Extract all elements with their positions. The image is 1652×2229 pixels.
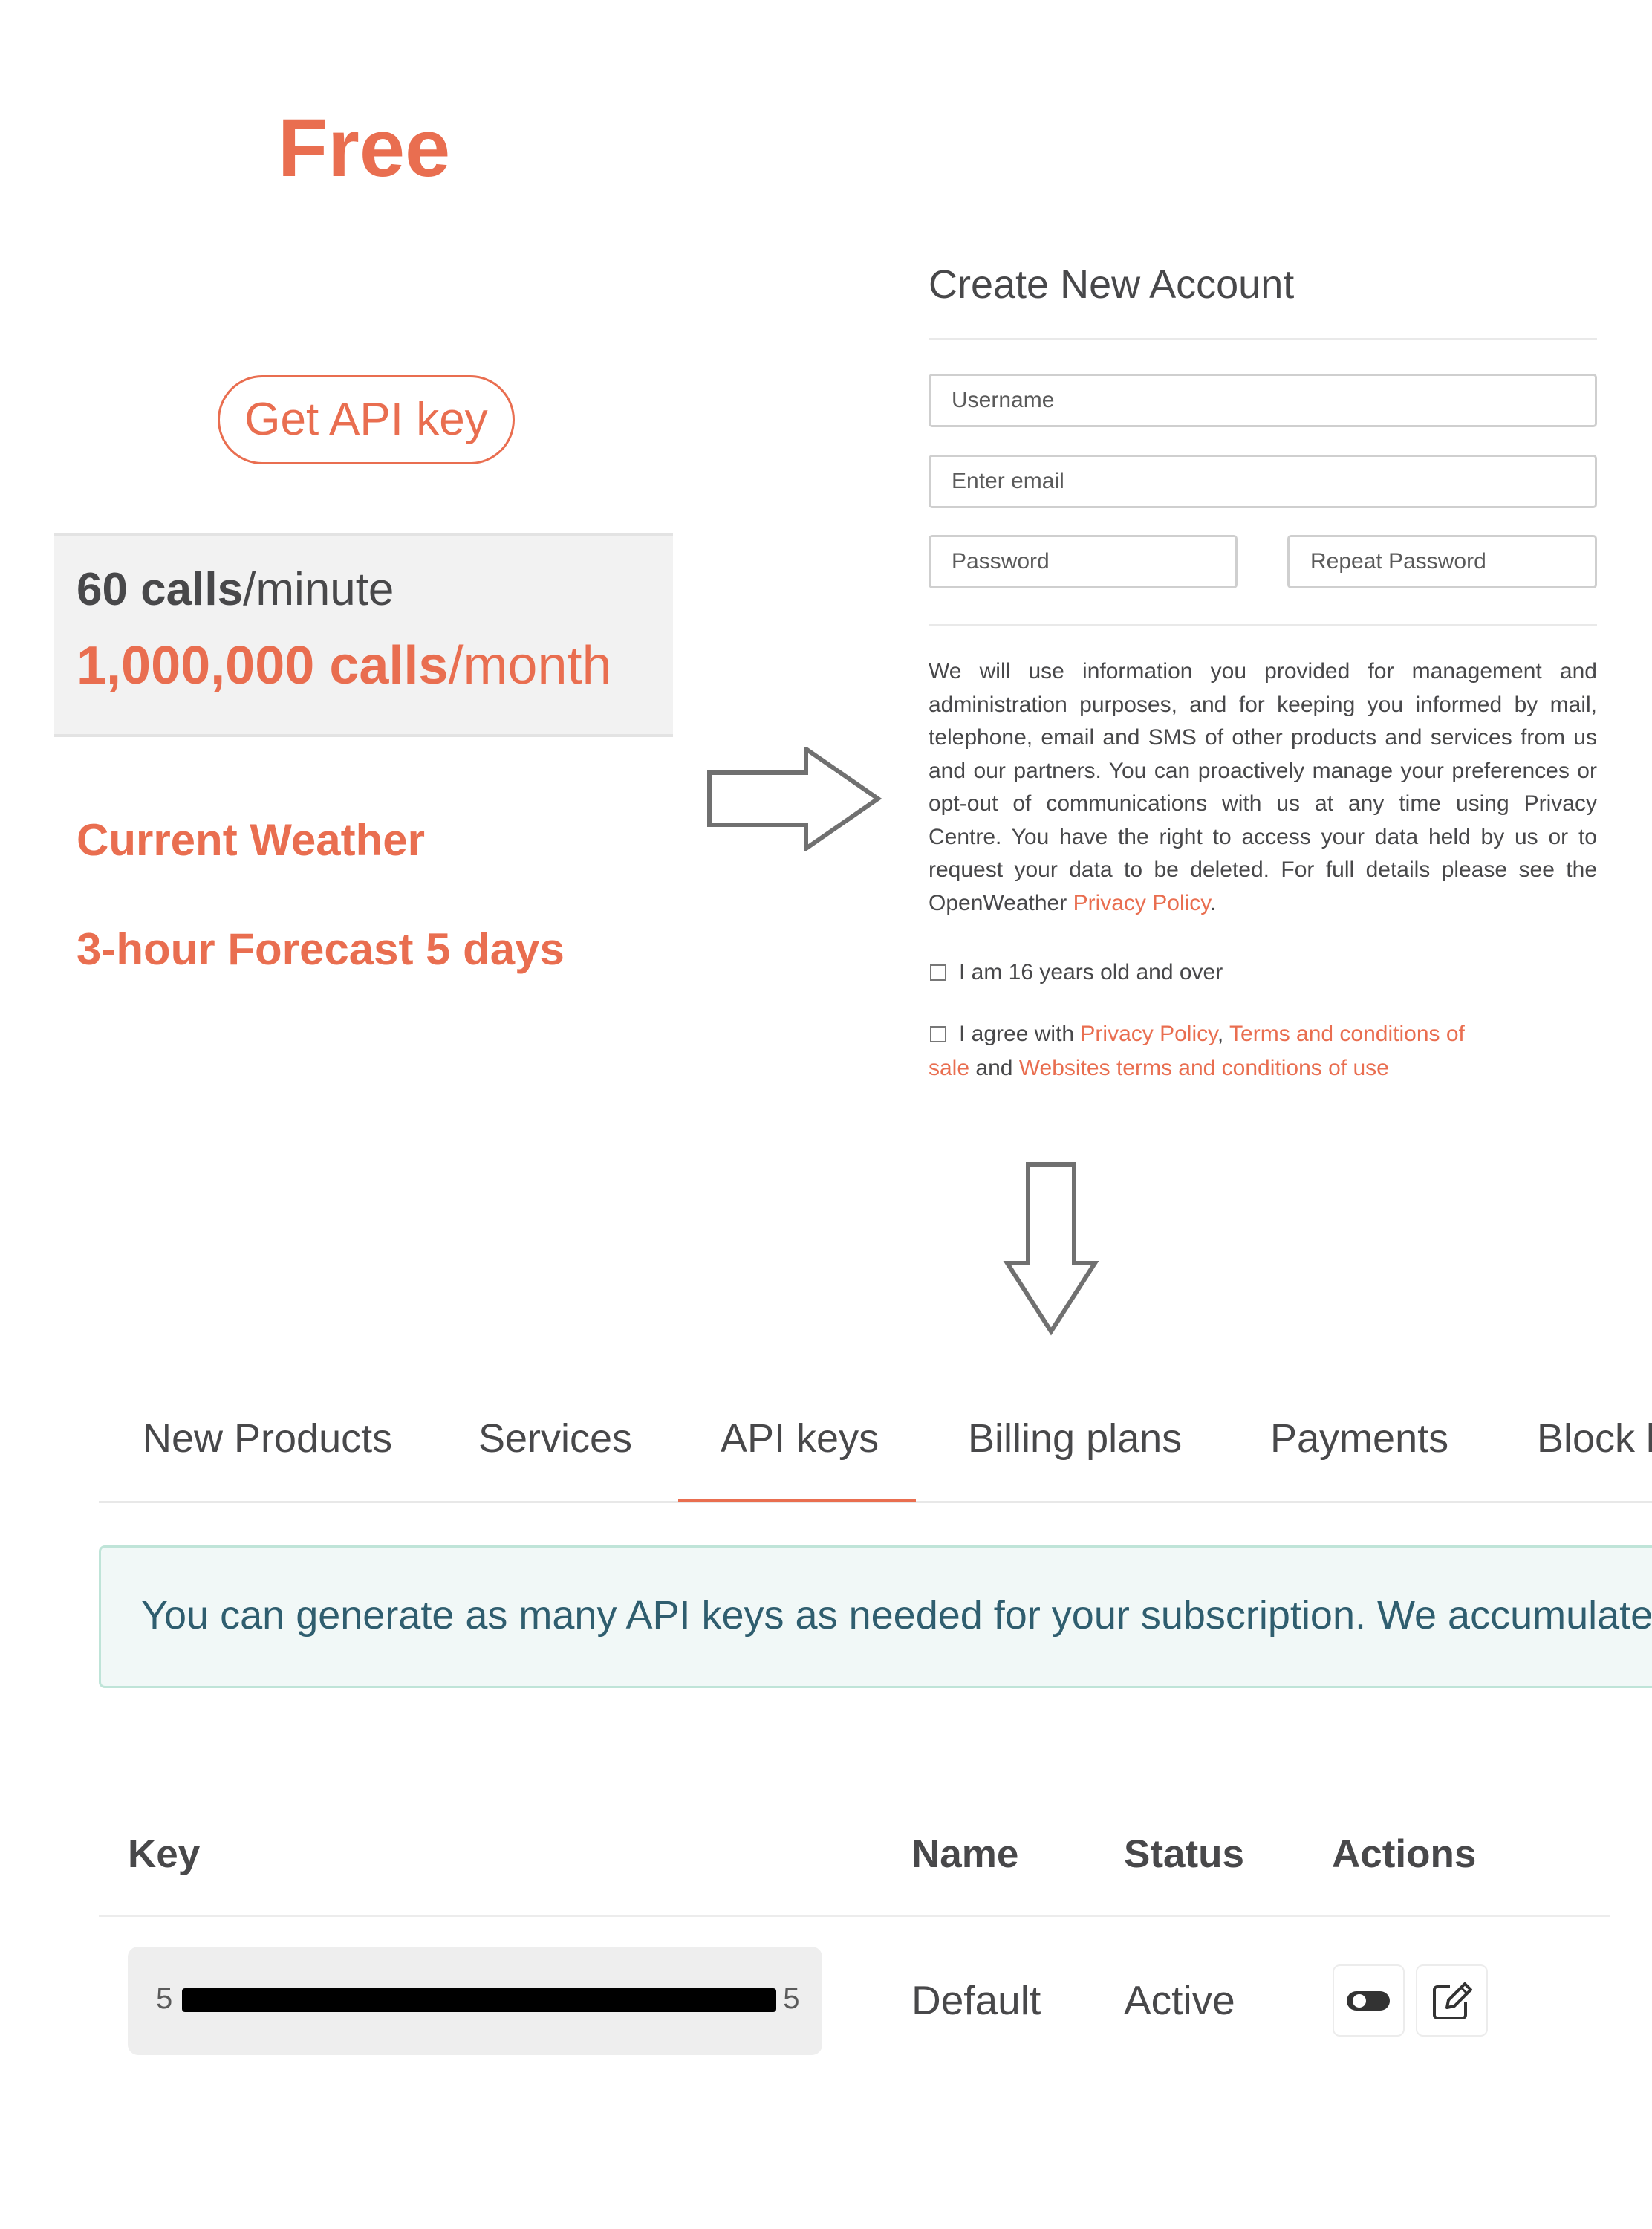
api-key-start: 5 [156, 1982, 173, 2015]
edit-icon [1433, 1982, 1472, 2019]
calls-per-minute-value: 60 calls [77, 564, 244, 615]
toggle-icon [1347, 1991, 1390, 2011]
arrow-down-outline-icon [1003, 1162, 1099, 1336]
username-field[interactable]: Username [929, 374, 1597, 427]
tab-block-logs[interactable]: Block l [1537, 1415, 1652, 1461]
agree-line-1: I agree with Privacy Policy, Terms and c… [959, 1017, 1465, 1051]
api-key-end: 5 [783, 1982, 800, 2015]
get-api-key-button[interactable]: Get API key [218, 375, 515, 464]
agree-comma: , [1217, 1022, 1230, 1046]
email-field[interactable]: Enter email [929, 455, 1597, 508]
column-header-actions: Actions [1332, 1832, 1477, 1876]
calls-per-month-value: 1,000,000 calls [77, 636, 449, 695]
tab-new-products[interactable]: New Products [143, 1415, 392, 1461]
calls-per-minute: 60 calls/minute [77, 563, 394, 616]
agree-terms-link[interactable]: Terms and conditions of [1229, 1022, 1465, 1046]
agree-prefix: I agree with [959, 1022, 1081, 1046]
privacy-notice-text: We will use information you provided for… [929, 659, 1597, 915]
password-field[interactable]: Password [929, 535, 1238, 588]
plan-title: Free [277, 103, 451, 194]
arrow-right-outline-icon [707, 747, 882, 851]
edit-key-button[interactable] [1416, 1964, 1488, 2037]
table-header-divider [99, 1915, 1610, 1917]
create-account-title: Create New Account [929, 262, 1295, 307]
feature-current-weather: Current Weather [77, 815, 425, 865]
column-header-key: Key [128, 1832, 201, 1876]
privacy-policy-link[interactable]: Privacy Policy [1073, 891, 1210, 915]
agree-line-2: sale and Websites terms and conditions o… [929, 1051, 1389, 1086]
calls-per-month-unit: /month [448, 636, 612, 695]
api-key-name: Default [911, 1977, 1041, 2023]
api-key-status: Active [1124, 1977, 1235, 2023]
api-key-redaction [182, 1988, 776, 2012]
column-header-name: Name [911, 1832, 1019, 1876]
agree-privacy-link[interactable]: Privacy Policy [1080, 1022, 1217, 1046]
tab-billing-plans[interactable]: Billing plans [968, 1415, 1182, 1461]
age-checkbox[interactable] [930, 964, 946, 981]
agree-terms-link-continued[interactable]: sale [929, 1056, 969, 1080]
feature-forecast: 3-hour Forecast 5 days [77, 924, 565, 974]
agree-websites-link[interactable]: Websites terms and conditions of use [1019, 1056, 1389, 1080]
info-alert-text: You can generate as many API keys as nee… [141, 1593, 1652, 1638]
calls-per-month: 1,000,000 calls/month [77, 635, 612, 696]
agree-checkbox[interactable] [930, 1026, 946, 1042]
column-header-status: Status [1124, 1832, 1244, 1876]
toggle-key-button[interactable] [1333, 1964, 1405, 2037]
active-tab-indicator [678, 1499, 916, 1502]
calls-per-minute-unit: /minute [243, 564, 394, 615]
tab-api-keys[interactable]: API keys [721, 1415, 879, 1461]
tab-services[interactable]: Services [478, 1415, 632, 1461]
privacy-notice-end: . [1210, 890, 1217, 915]
age-checkbox-label: I am 16 years old and over [959, 960, 1223, 984]
agree-and: and [969, 1056, 1019, 1080]
tab-payments[interactable]: Payments [1270, 1415, 1448, 1461]
privacy-notice: We will use information you provided for… [929, 655, 1597, 920]
repeat-password-field[interactable]: Repeat Password [1287, 535, 1597, 588]
form-divider-top [929, 338, 1597, 340]
form-divider-middle [929, 624, 1597, 626]
